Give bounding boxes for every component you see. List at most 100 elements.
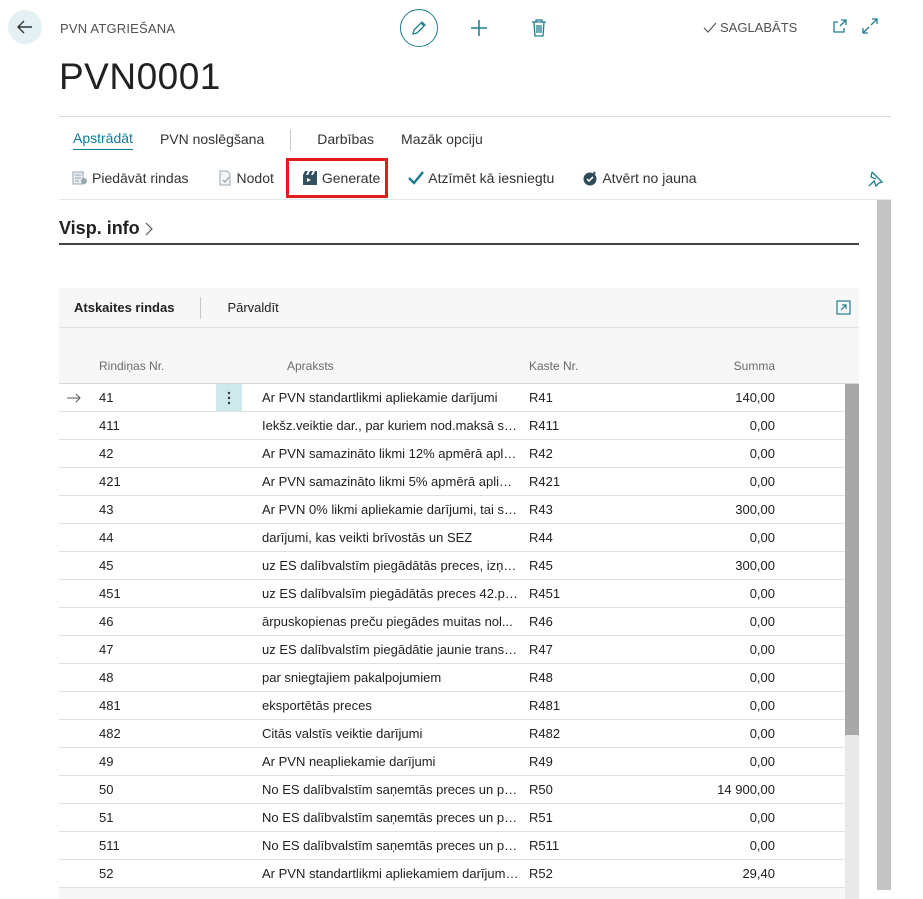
cell-line-no[interactable]: 41 <box>99 390 216 405</box>
cell-box-no[interactable]: R411 <box>519 418 642 433</box>
cell-line-no[interactable]: 46 <box>99 614 216 629</box>
cell-line-no[interactable]: 45 <box>99 558 216 573</box>
cell-description[interactable]: Ar PVN standartlikmi apliekamie darījumi <box>242 390 519 405</box>
column-header-box-no[interactable]: Kaste Nr. <box>519 359 642 373</box>
table-row[interactable]: 50 No ES dalībvalstīm saņemtās preces un … <box>59 776 859 804</box>
cell-line-no[interactable]: 451 <box>99 586 216 601</box>
cell-amount[interactable]: 0,00 <box>642 642 804 657</box>
table-row[interactable]: 451 uz ES dalībvalsīm piegādātās preces 4… <box>59 580 859 608</box>
cell-box-no[interactable]: R50 <box>519 782 642 797</box>
cell-description[interactable]: darījumi, kas veikti brīvostās un SEZ <box>242 530 519 545</box>
suggest-lines-button[interactable]: Piedāvāt rindas <box>72 167 189 189</box>
cell-box-no[interactable]: R421 <box>519 474 642 489</box>
cell-description[interactable]: uz ES dalībvalstīm piegādātās preces, iz… <box>242 558 519 573</box>
cell-amount[interactable]: 0,00 <box>642 754 804 769</box>
row-menu[interactable] <box>216 748 242 775</box>
tab-manage[interactable]: Pārvaldīt <box>227 300 278 315</box>
cell-line-no[interactable]: 411 <box>99 418 216 433</box>
cell-description[interactable]: Ar PVN standartlikmi apliekamiem darījum… <box>242 866 519 881</box>
cell-amount[interactable]: 0,00 <box>642 614 804 629</box>
cell-box-no[interactable]: R51 <box>519 810 642 825</box>
cell-box-no[interactable]: R511 <box>519 838 642 853</box>
mark-as-submitted-button[interactable]: Atzīmēt kā iesniegtu <box>408 167 554 189</box>
expand-icon[interactable] <box>862 18 878 34</box>
cell-box-no[interactable]: R482 <box>519 726 642 741</box>
cell-box-no[interactable]: R52 <box>519 866 642 881</box>
row-menu[interactable] <box>216 384 242 411</box>
cell-description[interactable]: Ar PVN samazināto likmi 12% apmērā aplie… <box>242 446 519 461</box>
row-menu[interactable] <box>216 580 242 607</box>
table-row[interactable]: 481 eksportētās preces R481 0,00 <box>59 692 859 720</box>
cell-line-no[interactable]: 482 <box>99 726 216 741</box>
tab-darbibas[interactable]: Darbības <box>317 131 374 150</box>
cell-line-no[interactable]: 421 <box>99 474 216 489</box>
row-menu[interactable] <box>216 440 242 467</box>
cell-description[interactable]: Citās valstīs veiktie darījumi <box>242 726 519 741</box>
cell-amount[interactable]: 0,00 <box>642 446 804 461</box>
cell-amount[interactable]: 0,00 <box>642 810 804 825</box>
row-menu[interactable] <box>216 776 242 803</box>
cell-amount[interactable]: 0,00 <box>642 670 804 685</box>
cell-amount[interactable]: 0,00 <box>642 530 804 545</box>
tab-report-lines[interactable]: Atskaites rindas <box>74 300 174 315</box>
cell-line-no[interactable]: 42 <box>99 446 216 461</box>
cell-line-no[interactable]: 50 <box>99 782 216 797</box>
row-menu[interactable] <box>216 524 242 551</box>
row-menu[interactable] <box>216 636 242 663</box>
cell-amount[interactable]: 300,00 <box>642 558 804 573</box>
cell-amount[interactable]: 0,00 <box>642 698 804 713</box>
new-button[interactable] <box>460 9 498 47</box>
cell-description[interactable]: Ar PVN neapliekamie darījumi <box>242 754 519 769</box>
cell-amount[interactable]: 14 900,00 <box>642 782 804 797</box>
tab-mazak-opciju[interactable]: Mazāk opciju <box>401 131 483 150</box>
panel-expand-icon[interactable] <box>836 300 851 315</box>
cell-amount[interactable]: 0,00 <box>642 726 804 741</box>
table-row[interactable]: 421 Ar PVN samazināto likmi 5% apmērā apl… <box>59 468 859 496</box>
table-row[interactable]: 411 Iekšz.veiktie dar., par kuriem nod.ma… <box>59 412 859 440</box>
cell-box-no[interactable]: R49 <box>519 754 642 769</box>
table-row[interactable]: 45 uz ES dalībvalstīm piegādātās preces, … <box>59 552 859 580</box>
table-row[interactable]: 48 par sniegtajiem pakalpojumiem R48 0,00 <box>59 664 859 692</box>
grid-scrollbar-thumb[interactable] <box>845 384 859 735</box>
cell-line-no[interactable]: 43 <box>99 502 216 517</box>
table-row[interactable]: 52 Ar PVN standartlikmi apliekamiem darīj… <box>59 860 859 888</box>
cell-line-no[interactable]: 48 <box>99 670 216 685</box>
edit-button[interactable] <box>400 9 438 47</box>
table-row[interactable]: 511 No ES dalībvalstīm saņemtās preces un… <box>59 832 859 860</box>
column-header-line-no[interactable]: Rindiņas Nr. <box>99 359 216 373</box>
cell-description[interactable]: No ES dalībvalstīm saņemtās preces un pa… <box>242 782 519 797</box>
cell-description[interactable]: par sniegtajiem pakalpojumiem <box>242 670 519 685</box>
row-menu[interactable] <box>216 720 242 747</box>
cell-line-no[interactable]: 481 <box>99 698 216 713</box>
cell-line-no[interactable]: 51 <box>99 810 216 825</box>
cell-box-no[interactable]: R451 <box>519 586 642 601</box>
pin-icon[interactable] <box>866 170 884 188</box>
row-menu[interactable] <box>216 860 242 887</box>
cell-description[interactable]: No ES dalībvalstīm saņemtās preces un pa… <box>242 810 519 825</box>
tab-pvn-nosleguma[interactable]: PVN noslēgšana <box>160 131 264 150</box>
row-menu[interactable] <box>216 832 242 859</box>
cell-description[interactable]: ārpuskopienas preču piegādes muitas nol.… <box>242 614 519 629</box>
table-row[interactable]: 49 Ar PVN neapliekamie darījumi R49 0,00 <box>59 748 859 776</box>
row-menu[interactable] <box>216 664 242 691</box>
cell-description[interactable]: No ES dalībvalstīm saņemtās preces un pa… <box>242 838 519 853</box>
delete-button[interactable] <box>520 9 558 47</box>
cell-amount[interactable]: 0,00 <box>642 838 804 853</box>
cell-description[interactable]: Ar PVN 0% likmi apliekamie darījumi, tai… <box>242 502 519 517</box>
cell-description[interactable]: uz ES dalībvalsīm piegādātās preces 42.p… <box>242 586 519 601</box>
cell-amount[interactable]: 29,40 <box>642 866 804 881</box>
cell-line-no[interactable]: 47 <box>99 642 216 657</box>
cell-description[interactable]: eksportētās preces <box>242 698 519 713</box>
release-button[interactable]: Nodot <box>217 167 274 189</box>
cell-box-no[interactable]: R481 <box>519 698 642 713</box>
cell-box-no[interactable]: R47 <box>519 642 642 657</box>
cell-box-no[interactable]: R43 <box>519 502 642 517</box>
cell-box-no[interactable]: R42 <box>519 446 642 461</box>
cell-line-no[interactable]: 511 <box>99 838 216 853</box>
table-row[interactable]: 41 Ar PVN standartlikmi apliekamie darīju… <box>59 384 859 412</box>
cell-amount[interactable]: 0,00 <box>642 474 804 489</box>
row-menu[interactable] <box>216 552 242 579</box>
row-menu[interactable] <box>216 804 242 831</box>
row-menu[interactable] <box>216 468 242 495</box>
cell-amount[interactable]: 140,00 <box>642 390 804 405</box>
